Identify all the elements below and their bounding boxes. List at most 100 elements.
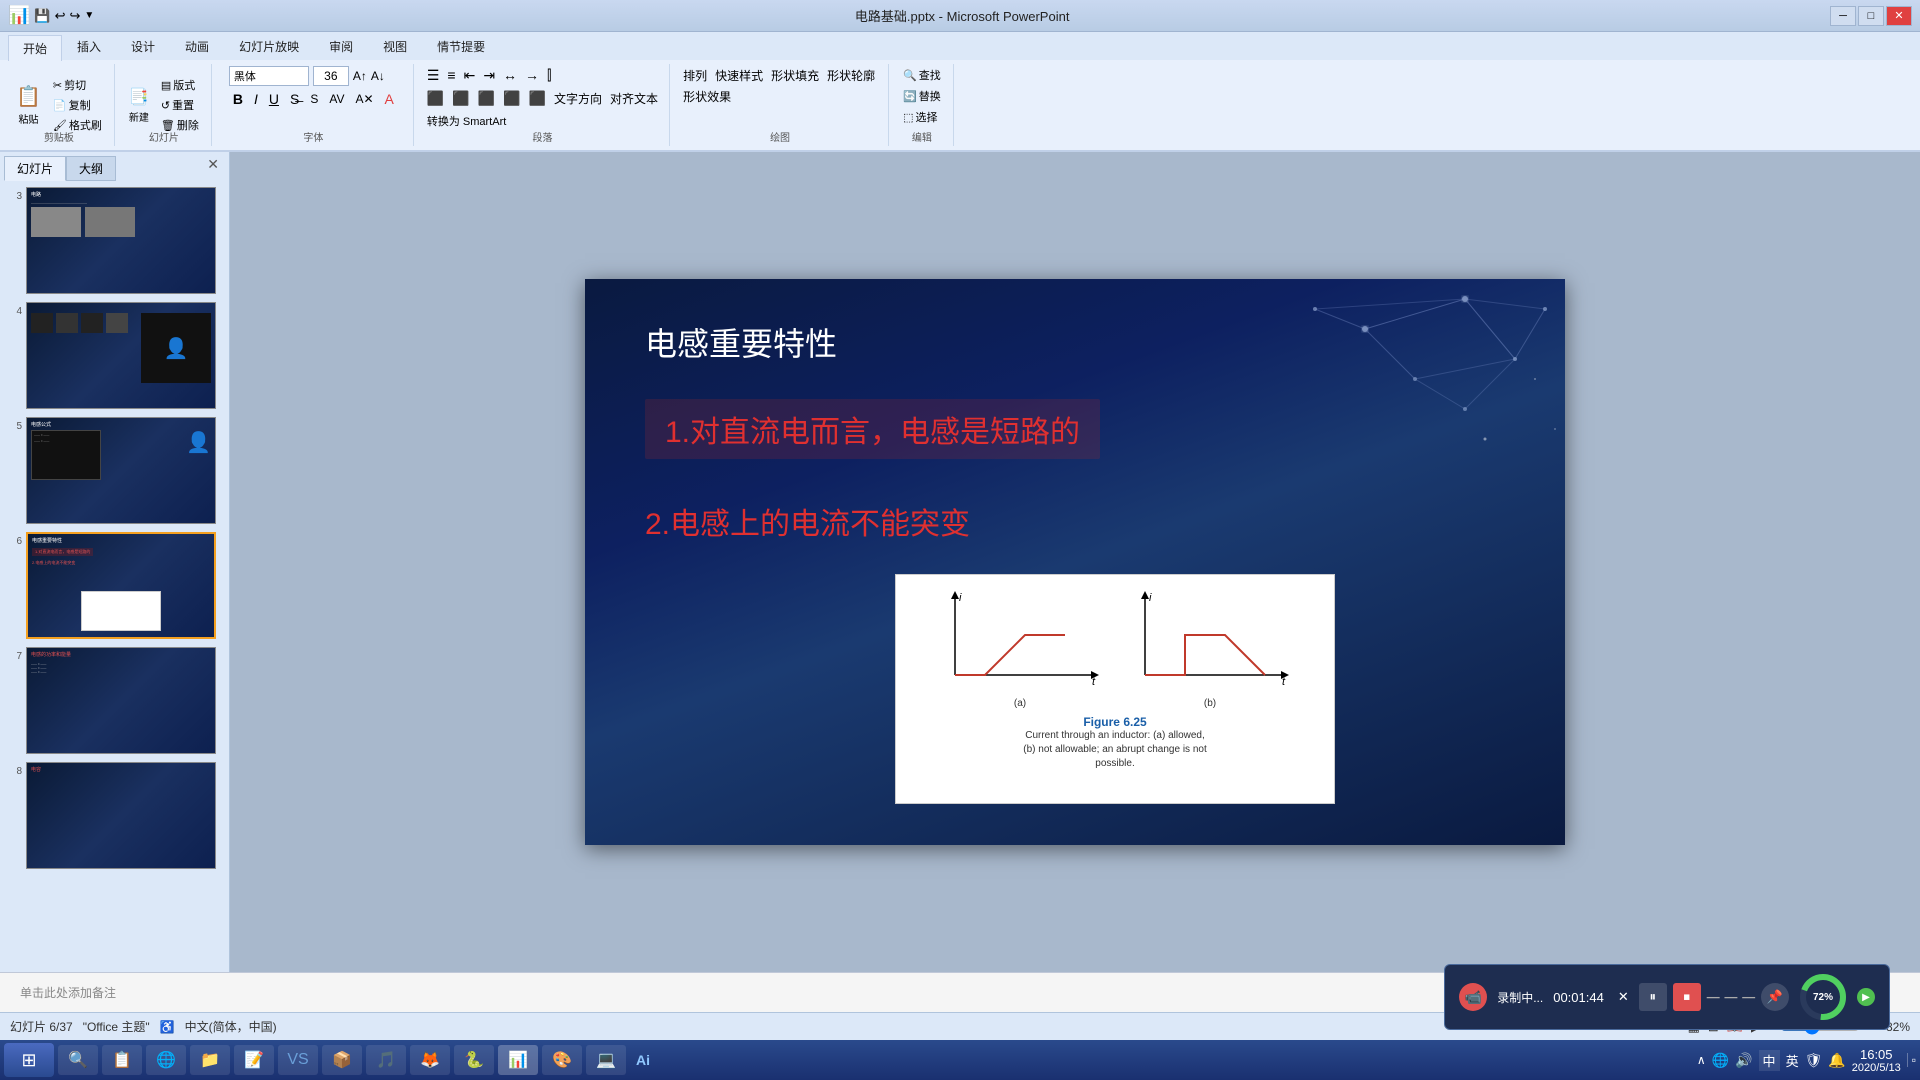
fit-text-button[interactable]: 对齐文本 xyxy=(607,89,661,108)
taskbar-right: ∧ 🌐 🔊 中 英 🛡 🔔 16:05 2020/5/13 ▫ xyxy=(1697,1047,1916,1074)
taskbar-ie[interactable]: 🌐 xyxy=(146,1045,186,1075)
tray-antivirus-icon[interactable]: 🛡 xyxy=(1805,1052,1823,1069)
bold-button[interactable]: B xyxy=(229,90,247,108)
slide-preview-8: 电容 xyxy=(26,762,216,869)
font-shrink-icon[interactable]: A↓ xyxy=(371,69,385,83)
tray-notification[interactable]: 🔔 xyxy=(1828,1052,1845,1069)
list-bullets-button[interactable]: ☰ xyxy=(424,66,443,85)
start-button[interactable]: ⊞ xyxy=(4,1043,54,1077)
strikethrough-button[interactable]: S̶ xyxy=(286,90,303,108)
indent-decrease-button[interactable]: ⇤ xyxy=(461,66,479,85)
language-info[interactable]: 中文(简体，中国) xyxy=(185,1018,277,1035)
taskbar-term[interactable]: 💻 xyxy=(586,1045,626,1075)
close-button[interactable]: ✕ xyxy=(1886,6,1912,26)
slide-thumb-8[interactable]: 8 电容 xyxy=(4,760,225,871)
quick-redo[interactable]: ↪ xyxy=(70,8,81,24)
tray-show-desktop[interactable]: ▫ xyxy=(1907,1053,1916,1067)
slide-thumb-5[interactable]: 5 电感公式 —— = —— —— = —— 👤 xyxy=(4,415,225,526)
taskbar-firefox[interactable]: 🦊 xyxy=(410,1045,450,1075)
slide-thumb-4[interactable]: 4 👤 xyxy=(4,300,225,411)
font-size-box[interactable]: 36 xyxy=(313,66,349,86)
taskbar-vs[interactable]: VS xyxy=(278,1045,318,1075)
italic-button[interactable]: I xyxy=(250,90,262,108)
tray-audio-icon[interactable]: 🔊 xyxy=(1735,1052,1752,1069)
tab-animation[interactable]: 动画 xyxy=(170,33,224,60)
copy-button[interactable]: 📄复制 xyxy=(49,96,106,114)
tab-view[interactable]: 视图 xyxy=(368,33,422,60)
quick-save[interactable]: 💾 xyxy=(34,8,50,24)
taskbar-python[interactable]: 🐍 xyxy=(454,1045,494,1075)
columns-button[interactable]: ⫿ xyxy=(544,66,554,85)
shadow-button[interactable]: S xyxy=(306,91,322,107)
slide-thumb-3[interactable]: 3 电路 —————————————— xyxy=(4,185,225,296)
figure-graphs: i t (a) xyxy=(906,585,1324,709)
rec-stop-btn[interactable]: ⏹ xyxy=(1673,983,1701,1011)
taskbar-paint[interactable]: 🎨 xyxy=(542,1045,582,1075)
tab-slideshow[interactable]: 幻灯片放映 xyxy=(224,33,314,60)
slide-thumb-6[interactable]: 6 电感重要特性 1.对直流电而言，电感是短路的 2.电感上的电流不能突变 xyxy=(4,530,225,641)
para-top-row: ☰ ≡ ⇤ ⇥ ↔ → ⫿ xyxy=(424,66,555,85)
align-left-button[interactable]: ⬛ xyxy=(424,89,447,108)
shape-effect-button[interactable]: 形状效果 xyxy=(680,87,734,106)
text-direction-button[interactable]: 文字方向 xyxy=(551,89,605,108)
taskbar-taskview[interactable]: 📋 xyxy=(102,1045,142,1075)
quick-undo[interactable]: ↩ xyxy=(55,8,66,24)
tab-story[interactable]: 情节提要 xyxy=(422,33,500,60)
reset-button[interactable]: ↺重置 xyxy=(157,96,203,114)
taskbar-app6[interactable]: 📦 xyxy=(322,1045,362,1075)
rec-pause-btn[interactable]: ⏸ xyxy=(1639,983,1667,1011)
quick-more[interactable]: ▼ xyxy=(84,10,94,21)
paste-button[interactable]: 📋 粘贴 xyxy=(12,82,45,128)
taskbar-explorer[interactable]: 📁 xyxy=(190,1045,230,1075)
taskbar-search[interactable]: 🔍 xyxy=(58,1045,98,1075)
tray-ime-cn[interactable]: 中 xyxy=(1759,1050,1780,1071)
arrange-button[interactable]: 排列 xyxy=(680,66,710,85)
replace-button[interactable]: 🔄替换 xyxy=(899,87,945,105)
align-center-button[interactable]: ⬛ xyxy=(449,89,472,108)
list-numbers-button[interactable]: ≡ xyxy=(444,66,458,85)
taskbar-media[interactable]: 🎵 xyxy=(366,1045,406,1075)
tray-show-hidden[interactable]: ∧ xyxy=(1697,1053,1706,1067)
select-button[interactable]: ⬚选择 xyxy=(899,108,941,126)
tray-network-icon[interactable]: 🌐 xyxy=(1712,1052,1729,1069)
panel-tab-slides[interactable]: 幻灯片 xyxy=(4,156,66,181)
maximize-button[interactable]: □ xyxy=(1858,6,1884,26)
taskbar-powerpoint[interactable]: 📊 xyxy=(498,1045,538,1075)
layout-button[interactable]: ▤版式 xyxy=(157,76,203,94)
indent-increase-button[interactable]: ⇥ xyxy=(480,66,498,85)
panel-tab-outline[interactable]: 大纲 xyxy=(66,156,116,181)
shape-outline-button[interactable]: 形状轮廓 xyxy=(824,66,878,85)
minimize-button[interactable]: ─ xyxy=(1830,6,1856,26)
align-right-button[interactable]: ⬛ xyxy=(475,89,498,108)
convert-smartart-button[interactable]: 转换为 SmartArt xyxy=(424,112,509,130)
font-grow-icon[interactable]: A↑ xyxy=(353,69,367,83)
slide-editor[interactable]: 电感重要特性 1.对直流电而言，电感是短路的 2.电感上的电流不能突变 xyxy=(230,152,1920,972)
rec-pin-btn[interactable]: 📌 xyxy=(1761,983,1789,1011)
taskbar-clock[interactable]: 16:05 2020/5/13 xyxy=(1852,1047,1901,1074)
slide-thumb-7[interactable]: 7 电感的功率和能量 —— = —— —— = —— —— = —— xyxy=(4,645,225,756)
find-button[interactable]: 🔍查找 xyxy=(899,66,945,84)
font-name-box[interactable]: 黑体 xyxy=(229,66,309,86)
underline-button[interactable]: U xyxy=(265,90,283,108)
tray-ime-en[interactable]: 英 xyxy=(1786,1051,1799,1070)
tab-insert[interactable]: 插入 xyxy=(62,33,116,60)
tab-home[interactable]: 开始 xyxy=(8,35,62,61)
cut-button[interactable]: ✂剪切 xyxy=(49,76,106,94)
rtl-button[interactable]: ↔ xyxy=(500,66,520,85)
justify-button[interactable]: ⬛ xyxy=(500,89,523,108)
spacing-button[interactable]: AV xyxy=(325,91,348,107)
new-slide-button[interactable]: 📑 新建 xyxy=(125,85,153,126)
rec-close-btn[interactable]: ✕ xyxy=(1618,989,1629,1005)
tab-design[interactable]: 设计 xyxy=(116,33,170,60)
tab-review[interactable]: 审阅 xyxy=(314,33,368,60)
panel-close-button[interactable]: ✕ xyxy=(201,156,225,181)
quick-styles-button[interactable]: 快速样式 xyxy=(712,66,766,85)
accessibility-icon[interactable]: ♿ xyxy=(160,1020,175,1034)
taskbar-word[interactable]: 📝 xyxy=(234,1045,274,1075)
rec-arrow-btn[interactable]: ▶ xyxy=(1857,988,1875,1006)
shape-fill-button[interactable]: 形状填充 xyxy=(768,66,822,85)
ltr-button[interactable]: → xyxy=(522,66,542,85)
clear-format-button[interactable]: A✕ xyxy=(351,91,377,107)
align-top-button[interactable]: ⬛ xyxy=(526,89,549,108)
font-color-button[interactable]: A xyxy=(381,90,398,108)
